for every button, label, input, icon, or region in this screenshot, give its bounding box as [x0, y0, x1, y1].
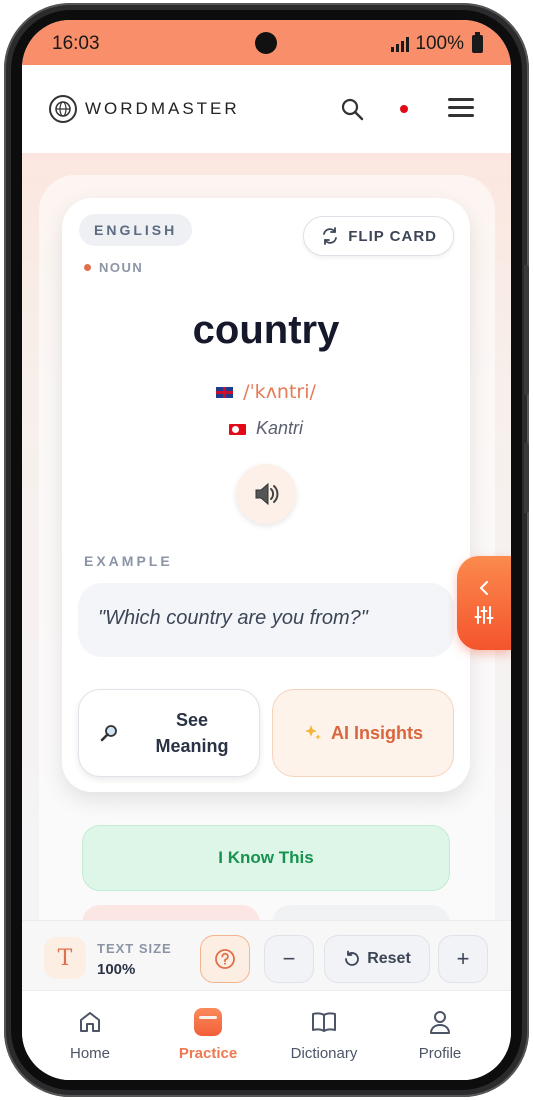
- part-of-speech-label: NOUN: [99, 260, 144, 275]
- nav-profile[interactable]: Profile: [390, 1005, 490, 1062]
- see-meaning-button[interactable]: See Meaning: [78, 689, 260, 777]
- front-camera: [255, 32, 277, 54]
- app-header: WORDMASTER: [22, 65, 511, 153]
- uk-flag-icon: [216, 387, 234, 398]
- help-button[interactable]: [200, 935, 250, 983]
- nav-practice[interactable]: Practice: [158, 1005, 258, 1062]
- nav-profile-label: Profile: [418, 1045, 462, 1062]
- refresh-icon: [323, 227, 338, 245]
- flip-card-button[interactable]: FLIP CARD: [303, 216, 454, 256]
- status-right: 100%: [391, 32, 483, 55]
- speaker-button[interactable]: [236, 464, 296, 524]
- ai-insights-button[interactable]: AI Insights: [272, 689, 454, 777]
- ai-insights-label: AI Insights: [330, 722, 423, 743]
- brand-name: WORDMASTER: [85, 99, 240, 118]
- i-know-this-button[interactable]: I Know This: [82, 825, 450, 891]
- transliteration: Kantri: [62, 418, 470, 439]
- reset-icon: [345, 950, 360, 966]
- volume-button: [524, 265, 529, 395]
- text-size-label: TEXT SIZE: [97, 941, 172, 956]
- transliteration-text: Kantri: [255, 418, 304, 438]
- status-time: 16:03: [52, 33, 100, 54]
- flashcard: ENGLISH FLIP CARD NOUN country /ˈkʌntri/…: [62, 198, 470, 792]
- practice-area: ENGLISH FLIP CARD NOUN country /ˈkʌntri/…: [22, 153, 511, 920]
- battery-icon: [472, 32, 483, 53]
- partially-visible-button[interactable]: [82, 905, 260, 920]
- example-sentence: "Which country are you from?": [78, 583, 454, 657]
- battery-percent: 100%: [415, 33, 464, 54]
- sliders-icon: [474, 606, 494, 624]
- reset-text-button[interactable]: Reset: [324, 935, 430, 983]
- increase-text-button[interactable]: +: [438, 935, 488, 983]
- brand-logo[interactable]: WORDMASTER: [49, 95, 240, 123]
- user-icon: [430, 1011, 450, 1034]
- text-size-value: 100%: [97, 961, 136, 978]
- help-icon: [215, 949, 235, 969]
- menu-icon[interactable]: [448, 93, 474, 122]
- text-size-icon: T: [44, 937, 86, 979]
- nav-dictionary-label: Dictionary: [290, 1045, 358, 1062]
- search-icon[interactable]: [340, 97, 364, 126]
- chevron-left-icon: [480, 581, 488, 595]
- globe-icon: [49, 95, 77, 123]
- word-title: country: [192, 308, 340, 352]
- sparkles-icon: [304, 725, 321, 740]
- nav-home-label: Home: [69, 1045, 110, 1062]
- flip-card-label: FLIP CARD: [348, 227, 437, 245]
- decrease-text-button[interactable]: −: [264, 935, 314, 983]
- nav-dictionary[interactable]: Dictionary: [274, 1005, 374, 1062]
- book-icon: [312, 1012, 336, 1032]
- bottom-nav: Home Practice Dictionary Profile: [22, 990, 511, 1080]
- example-label: EXAMPLE: [84, 553, 173, 569]
- signal-icon: [391, 36, 410, 52]
- power-button: [524, 443, 529, 513]
- see-meaning-label: See Meaning: [155, 710, 229, 756]
- phonetic: /ˈkʌntri/: [62, 381, 470, 403]
- phonetic-text: /ˈkʌntri/: [243, 381, 316, 403]
- reset-label: Reset: [367, 950, 411, 967]
- pos-dot: [84, 264, 91, 271]
- part-of-speech: NOUN: [84, 260, 143, 275]
- nav-practice-label: Practice: [178, 1045, 238, 1062]
- turkey-flag-icon: [228, 423, 246, 435]
- screen: 16:03 100% WORDMASTER ENGLISH FLIP CARD …: [22, 20, 511, 1080]
- language-badge: ENGLISH: [79, 214, 193, 246]
- magnifier-icon: [100, 725, 117, 742]
- status-bar: 16:03 100%: [22, 20, 511, 65]
- practice-icon: [194, 1008, 222, 1036]
- home-icon: [80, 1012, 100, 1032]
- settings-drawer-tab[interactable]: [457, 556, 511, 650]
- partially-visible-button[interactable]: [272, 905, 450, 920]
- speaker-icon: [255, 482, 279, 506]
- text-size-bar: T TEXT SIZE 100% − Reset +: [22, 920, 511, 990]
- nav-home[interactable]: Home: [40, 1005, 140, 1062]
